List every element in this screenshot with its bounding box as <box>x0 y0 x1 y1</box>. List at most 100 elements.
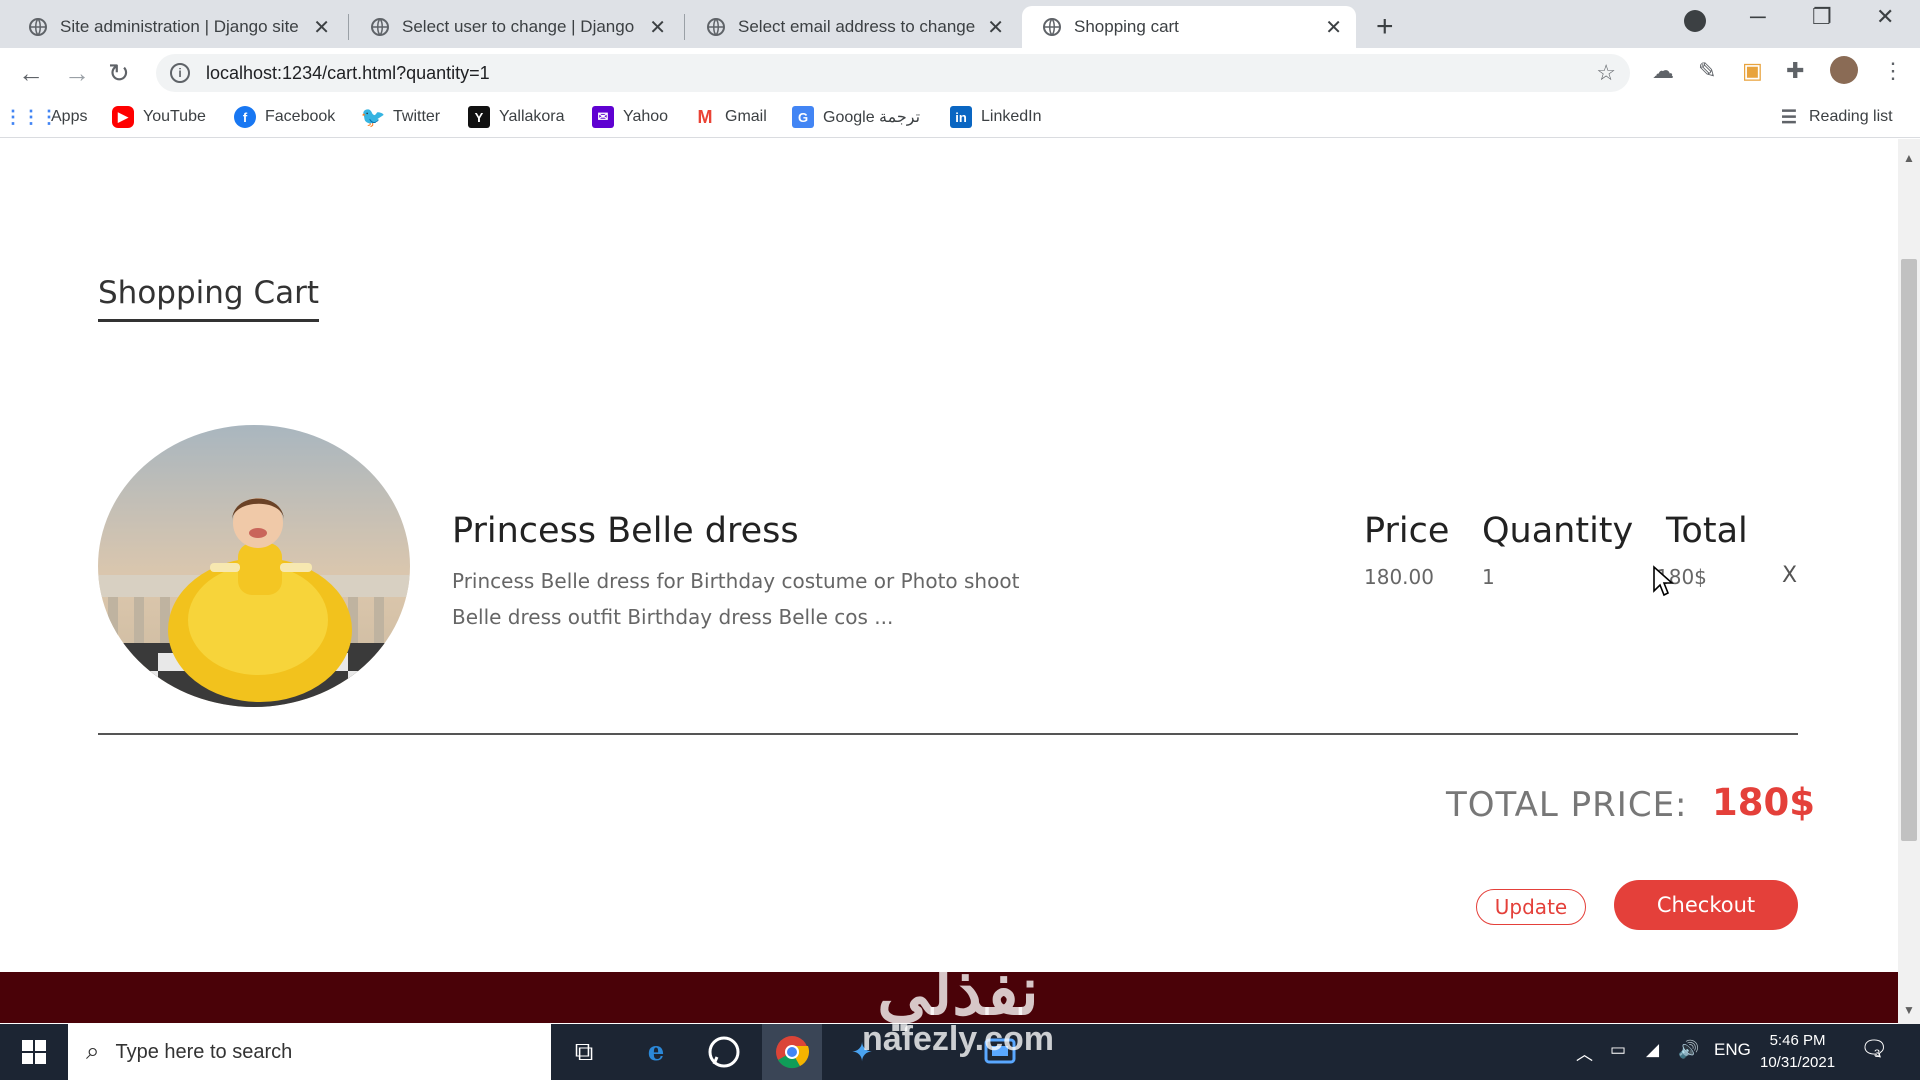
tab-title: Site administration | Django site <box>60 17 299 36</box>
tab-title: Select email address to change | <box>738 17 978 36</box>
extension-eyedropper-icon[interactable]: ✎ <box>1698 58 1716 84</box>
taskbar-search-box[interactable]: ⌕ Type here to search <box>68 1024 551 1080</box>
scroll-down-arrow-icon[interactable]: ▼ <box>1903 1003 1915 1017</box>
facebook-icon: f <box>234 106 256 128</box>
gmail-icon: M <box>697 106 713 127</box>
network-icon[interactable]: ◢ <box>1646 1040 1659 1060</box>
new-tab-button[interactable]: + <box>1376 10 1394 44</box>
yallakora-icon: Y <box>468 106 490 128</box>
battery-icon[interactable]: ▭ <box>1610 1040 1626 1060</box>
globe-icon <box>707 18 725 36</box>
url-text: localhost:1234/cart.html?quantity=1 <box>206 62 490 83</box>
clock-time: 5:46 PM <box>1769 1032 1826 1049</box>
scrollbar-thumb[interactable] <box>1901 259 1917 841</box>
tab-shopping-cart[interactable]: Shopping cart ✕ <box>1022 6 1356 48</box>
notification-count: 3 <box>1874 1048 1881 1060</box>
clock-date: 10/31/2021 <box>1760 1054 1836 1071</box>
close-tab-icon[interactable]: ✕ <box>1325 15 1342 40</box>
bookmarks-bar: ⋮⋮⋮ Apps ▶ YouTube f Facebook 🐦 Twitter … <box>0 98 1920 138</box>
bookmark-twitter[interactable]: 🐦 Twitter <box>360 106 441 129</box>
bookmark-yallakora[interactable]: Y Yallakora <box>468 106 565 128</box>
globe-icon <box>29 18 47 36</box>
menu-kebab-icon[interactable]: ⋮ <box>1882 58 1904 84</box>
taskbar-clock[interactable]: 5:46 PM 10/31/2021 <box>1760 1030 1835 1074</box>
tab-site-administration[interactable]: Site administration | Django site ✕ <box>8 6 344 48</box>
reading-list-icon: ☰ <box>1780 106 1798 127</box>
extension-screenshot-icon[interactable]: ▣ <box>1742 58 1763 84</box>
watermark-arabic: نفذلي <box>877 952 1039 1030</box>
close-tab-icon[interactable]: ✕ <box>987 15 1004 40</box>
yahoo-mail-icon: ✉ <box>592 106 614 128</box>
browser-toolbar: ← → ↻ i localhost:1234/cart.html?quantit… <box>0 48 1920 98</box>
minimize-button[interactable]: ─ <box>1750 4 1766 30</box>
bookmark-star-icon[interactable]: ☆ <box>1596 60 1616 86</box>
remove-item-button[interactable]: X <box>1782 563 1797 588</box>
bookmark-label: Google ترجمة <box>823 109 921 126</box>
google-translate-icon: G <box>792 106 814 128</box>
tab-select-user[interactable]: Select user to change | Django si ✕ <box>350 6 680 48</box>
back-button[interactable]: ← <box>18 58 44 89</box>
item-quantity[interactable]: 1 <box>1482 565 1495 589</box>
windows-start-icon[interactable] <box>22 1040 46 1064</box>
bookmark-gmail[interactable]: M Gmail <box>694 106 767 128</box>
cart-divider <box>98 733 1798 735</box>
close-tab-icon[interactable]: ✕ <box>313 15 330 40</box>
restore-button[interactable]: ❐ <box>1812 4 1832 30</box>
search-icon: ⌕ <box>86 1038 100 1065</box>
total-price-value: 180$ <box>1712 781 1815 824</box>
search-placeholder: Type here to search <box>115 1040 293 1063</box>
tab-select-email[interactable]: Select email address to change | ✕ <box>686 6 1018 48</box>
close-window-button[interactable]: ✕ <box>1876 4 1894 30</box>
bookmark-yahoo[interactable]: ✉ Yahoo <box>592 106 668 128</box>
product-description: Princess Belle dress for Birthday costum… <box>452 569 1020 629</box>
bookmark-apps[interactable]: ⋮⋮⋮ Apps <box>4 106 88 128</box>
bookmark-label: Apps <box>51 108 88 125</box>
apps-grid-icon: ⋮⋮⋮ <box>4 106 58 127</box>
bookmark-label: Twitter <box>393 108 441 125</box>
bookmark-linkedin[interactable]: in LinkedIn <box>950 106 1042 128</box>
reload-button[interactable]: ↻ <box>108 58 130 89</box>
bookmark-label: Yallakora <box>499 108 565 125</box>
volume-icon[interactable]: 🔊 <box>1678 1040 1699 1060</box>
tab-strip: Site administration | Django site ✕ Sele… <box>0 0 1920 48</box>
tab-title: Select user to change | Django si <box>402 17 640 36</box>
tray-chevron-up-icon[interactable]: ︿ <box>1576 1040 1593 1065</box>
column-header-total: Total <box>1666 511 1748 551</box>
tab-separator <box>684 14 685 40</box>
extension-cloud-icon[interactable]: ☁ <box>1652 58 1674 84</box>
bookmark-label: Facebook <box>265 108 336 125</box>
close-tab-icon[interactable]: ✕ <box>649 15 666 40</box>
update-button[interactable]: Update <box>1476 889 1586 925</box>
scroll-up-arrow-icon[interactable]: ▲ <box>1903 151 1915 165</box>
twitter-icon: 🐦 <box>360 106 386 129</box>
item-price: 180.00 <box>1364 565 1434 589</box>
profile-avatar[interactable] <box>1830 56 1858 84</box>
youtube-icon: ▶ <box>112 106 134 128</box>
globe-icon <box>1043 18 1061 36</box>
bookmark-label: YouTube <box>143 108 206 125</box>
reading-list[interactable]: ☰ Reading list <box>1778 106 1893 128</box>
bookmark-facebook[interactable]: f Facebook <box>234 106 335 128</box>
bookmark-youtube[interactable]: ▶ YouTube <box>112 106 206 128</box>
page-scrollbar[interactable]: ▲ ▼ <box>1898 139 1920 1024</box>
extensions-puzzle-icon[interactable]: ✚ <box>1786 58 1804 84</box>
tab-title: Shopping cart <box>1074 17 1179 36</box>
page-title: Shopping Cart <box>98 275 319 322</box>
address-bar[interactable]: i localhost:1234/cart.html?quantity=1 ☆ <box>156 54 1630 92</box>
checkout-button[interactable]: Checkout <box>1614 880 1798 930</box>
bookmark-label: Yahoo <box>623 108 669 125</box>
edge-icon[interactable]: e <box>636 1032 676 1072</box>
bookmark-google-translate[interactable]: G Google ترجمة <box>792 106 920 128</box>
whatsapp-icon[interactable] <box>704 1032 744 1072</box>
product-image <box>98 425 410 707</box>
language-indicator[interactable]: ENG <box>1714 1040 1751 1060</box>
chrome-icon[interactable] <box>772 1032 812 1072</box>
nafezly-watermark: نفذلي nafezly.com <box>842 958 1074 1056</box>
forward-button[interactable]: → <box>64 58 90 89</box>
site-info-icon[interactable]: i <box>170 63 190 83</box>
bookmark-label: LinkedIn <box>981 108 1042 125</box>
task-view-icon[interactable]: ⧉ <box>564 1032 604 1072</box>
tab-separator <box>348 14 349 40</box>
tab-search-icon[interactable] <box>1684 10 1706 32</box>
notifications-icon[interactable]: 🗨 3 <box>1860 1036 1888 1062</box>
